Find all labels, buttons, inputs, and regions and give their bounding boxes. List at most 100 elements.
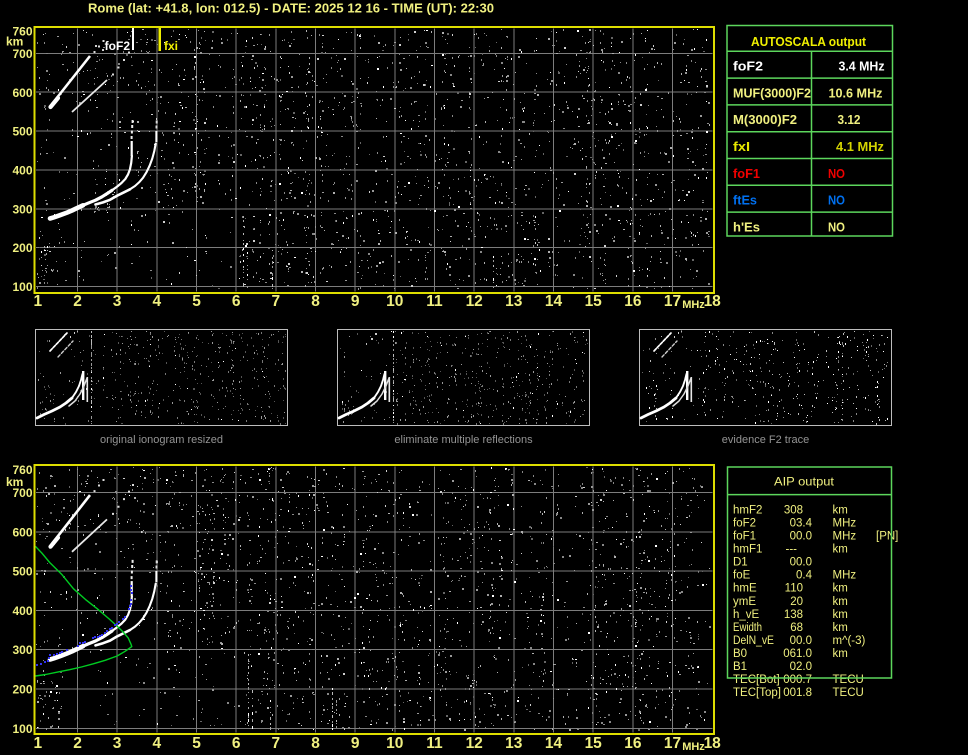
- svg-text:8: 8: [311, 293, 320, 310]
- svg-text:200: 200: [12, 683, 32, 697]
- svg-text:15: 15: [585, 735, 603, 752]
- svg-text:km: km: [833, 609, 848, 621]
- svg-text:Rome (lat: +41.8, lon: 012.5): Rome (lat: +41.8, lon: 012.5) - DATE: 20…: [88, 1, 494, 16]
- svg-text:700: 700: [12, 47, 32, 61]
- svg-text:17: 17: [664, 293, 681, 310]
- svg-text:11: 11: [426, 735, 443, 752]
- svg-text:MHz: MHz: [682, 299, 705, 311]
- svg-text:4: 4: [152, 735, 161, 752]
- svg-text:NO: NO: [828, 194, 845, 208]
- svg-text:10: 10: [386, 293, 403, 310]
- svg-text:eliminate multiple reflections: eliminate multiple reflections: [394, 434, 533, 446]
- svg-text:km: km: [6, 475, 23, 489]
- svg-text:h'Es: h'Es: [733, 220, 760, 234]
- svg-text:NO: NO: [828, 220, 845, 234]
- svg-text:3.12: 3.12: [838, 113, 861, 127]
- svg-text:foF2: foF2: [733, 60, 763, 74]
- svg-text:000.7: 000.7: [783, 674, 812, 686]
- svg-text:110: 110: [785, 583, 803, 595]
- svg-text:20: 20: [790, 596, 803, 608]
- svg-text:foF1: foF1: [733, 167, 760, 181]
- svg-text:TEC[Bot]: TEC[Bot]: [733, 674, 780, 686]
- svg-text:100: 100: [12, 280, 32, 294]
- svg-text:5: 5: [192, 293, 201, 310]
- svg-text:hmF1: hmF1: [733, 544, 762, 556]
- svg-text:hmE: hmE: [733, 583, 757, 595]
- svg-text:original ionogram resized: original ionogram resized: [100, 434, 223, 446]
- svg-text:500: 500: [12, 565, 32, 579]
- svg-text:600: 600: [12, 86, 32, 100]
- svg-text:2: 2: [73, 293, 82, 310]
- svg-text:18: 18: [704, 293, 722, 310]
- svg-text:TEC[Top]: TEC[Top]: [733, 687, 781, 699]
- svg-text:B0: B0: [733, 648, 747, 660]
- svg-text:400: 400: [12, 163, 32, 177]
- svg-text:D1: D1: [733, 557, 748, 569]
- svg-text:12: 12: [466, 735, 483, 752]
- svg-text:5: 5: [192, 735, 201, 752]
- svg-text:km: km: [833, 622, 848, 634]
- svg-text:4.1 MHz: 4.1 MHz: [836, 140, 884, 154]
- svg-text:NO: NO: [828, 167, 845, 181]
- svg-text:km: km: [833, 596, 848, 608]
- svg-text:4: 4: [152, 293, 161, 310]
- svg-text:ymE: ymE: [733, 596, 756, 608]
- svg-text:03.4: 03.4: [790, 517, 813, 529]
- svg-text:6: 6: [232, 293, 241, 310]
- svg-text:00.0: 00.0: [790, 557, 812, 569]
- svg-text:001.8: 001.8: [783, 687, 812, 699]
- svg-text:MHz: MHz: [682, 741, 705, 753]
- svg-text:300: 300: [12, 202, 32, 216]
- svg-text:17: 17: [664, 735, 681, 752]
- svg-text:2: 2: [73, 735, 82, 752]
- svg-text:1: 1: [33, 735, 42, 752]
- svg-text:hmF2: hmF2: [733, 504, 762, 516]
- svg-text:h_vE: h_vE: [733, 609, 760, 621]
- svg-text:13: 13: [505, 293, 523, 310]
- svg-text:km: km: [833, 504, 848, 516]
- svg-text:evidence F2 trace: evidence F2 trace: [722, 434, 809, 446]
- svg-text:7: 7: [271, 735, 280, 752]
- svg-text:100: 100: [12, 722, 32, 736]
- svg-text:00.0: 00.0: [790, 635, 812, 647]
- svg-text:[PN]: [PN]: [876, 531, 898, 543]
- svg-text:TECU: TECU: [833, 674, 864, 686]
- svg-text:m^(-3): m^(-3): [833, 635, 866, 647]
- svg-text:68: 68: [790, 622, 803, 634]
- svg-text:308: 308: [784, 504, 803, 516]
- svg-text:500: 500: [12, 125, 32, 139]
- svg-text:7: 7: [271, 293, 280, 310]
- svg-text:10.6 MHz: 10.6 MHz: [829, 86, 883, 100]
- svg-text:15: 15: [585, 293, 603, 310]
- svg-text:DelN_vE: DelN_vE: [733, 635, 774, 647]
- svg-text:14: 14: [545, 735, 563, 752]
- svg-text:foF1: foF1: [733, 531, 756, 543]
- svg-text:AUTOSCALA output: AUTOSCALA output: [751, 35, 867, 49]
- svg-text:fxi: fxi: [164, 39, 178, 53]
- svg-text:MUF(3000)F2: MUF(3000)F2: [733, 86, 811, 100]
- svg-text:9: 9: [351, 293, 360, 310]
- svg-text:16: 16: [624, 293, 642, 310]
- svg-text:foF2: foF2: [105, 39, 131, 53]
- svg-text:TECU: TECU: [833, 687, 864, 699]
- svg-text:MHz: MHz: [833, 570, 857, 582]
- svg-text:km: km: [833, 544, 848, 556]
- svg-text:3: 3: [113, 735, 122, 752]
- svg-text:foE: foE: [733, 570, 751, 582]
- svg-text:00.0: 00.0: [790, 531, 812, 543]
- svg-text:8: 8: [311, 735, 320, 752]
- svg-text:12: 12: [466, 293, 483, 310]
- svg-text:0.4: 0.4: [796, 570, 813, 582]
- svg-text:16: 16: [624, 735, 642, 752]
- svg-text:B1: B1: [733, 661, 747, 673]
- svg-text:AIP output: AIP output: [774, 475, 835, 489]
- svg-text:km: km: [833, 583, 848, 595]
- svg-text:km: km: [6, 35, 23, 49]
- svg-text:---: ---: [786, 544, 798, 556]
- svg-text:fxI: fxI: [733, 140, 750, 154]
- svg-text:10: 10: [386, 735, 403, 752]
- svg-text:foF2: foF2: [733, 517, 756, 529]
- svg-text:3.4 MHz: 3.4 MHz: [839, 60, 885, 74]
- svg-text:km: km: [833, 648, 848, 660]
- svg-text:9: 9: [351, 735, 360, 752]
